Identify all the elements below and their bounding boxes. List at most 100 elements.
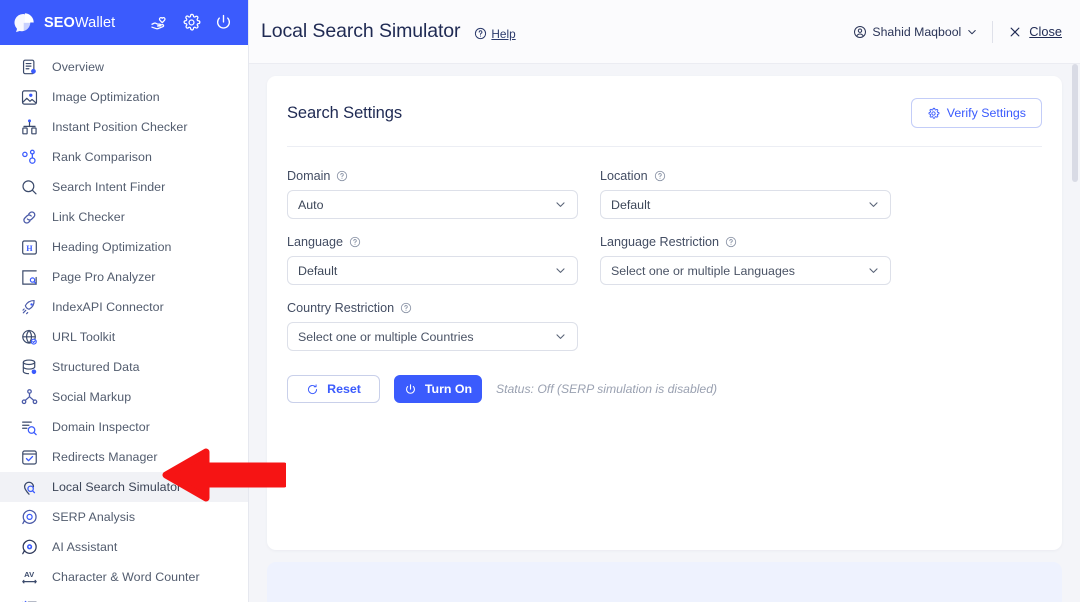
question-circle-icon[interactable] bbox=[725, 236, 737, 248]
sidebar-item-label: Local Search Simulator bbox=[52, 480, 182, 494]
page-title: Local Search Simulator bbox=[261, 20, 461, 42]
language-select[interactable]: Default bbox=[287, 256, 578, 285]
sidebar-item-rank-comparison[interactable]: Rank Comparison bbox=[0, 142, 248, 172]
question-circle-icon[interactable] bbox=[336, 170, 348, 182]
chevron-down-icon bbox=[556, 268, 565, 273]
sidebar-item-image-optimization[interactable]: Image Optimization bbox=[0, 82, 248, 112]
top-bar: Local Search Simulator Help Shahid Maqbo… bbox=[249, 0, 1080, 64]
sidebar-item-link-checker[interactable]: Link Checker bbox=[0, 202, 248, 232]
sidebar-item-local-search-simulator[interactable]: Local Search Simulator bbox=[0, 472, 248, 502]
verify-settings-button[interactable]: Verify Settings bbox=[910, 98, 1042, 128]
page-analyze-icon bbox=[22, 269, 37, 285]
field-country-restriction: Country Restriction Select one or multip… bbox=[287, 301, 578, 351]
sidebar-item-structured-data[interactable]: Structured Data bbox=[0, 352, 248, 382]
char-count-icon: AV bbox=[22, 569, 37, 583]
sidebar-item-character-word-counter[interactable]: AV Character & Word Counter bbox=[0, 562, 248, 592]
sidebar: SEOWallet Overview Image Optimization In… bbox=[0, 0, 249, 602]
image-icon bbox=[21, 89, 38, 105]
vertical-scrollbar[interactable] bbox=[1072, 64, 1078, 602]
domain-select[interactable]: Auto bbox=[287, 190, 578, 219]
serp-bubble-icon bbox=[22, 509, 37, 524]
field-label-text: Language Restriction bbox=[600, 235, 720, 249]
redirect-check-icon bbox=[22, 449, 37, 465]
reset-label: Reset bbox=[327, 382, 361, 396]
chevron-down-icon bbox=[869, 202, 878, 207]
turn-on-button[interactable]: Turn On bbox=[394, 375, 482, 403]
sidebar-item-instant-position-checker[interactable]: Instant Position Checker bbox=[0, 112, 248, 142]
question-circle-icon[interactable] bbox=[349, 236, 361, 248]
user-name: Shahid Maqbool bbox=[872, 24, 962, 39]
sidebar-item-heading-optimization[interactable]: H Heading Optimization bbox=[0, 232, 248, 262]
question-circle-icon[interactable] bbox=[654, 170, 666, 182]
heart-hand-icon[interactable] bbox=[150, 13, 169, 32]
gear-icon[interactable] bbox=[182, 13, 201, 32]
gear-icon bbox=[928, 107, 940, 119]
link-icon bbox=[23, 210, 36, 224]
chevron-down-icon bbox=[556, 202, 565, 207]
close-x-icon bbox=[1010, 27, 1020, 36]
brand-name-rest: Wallet bbox=[74, 14, 116, 31]
language-select-value: Default bbox=[298, 263, 338, 278]
sidebar-item-label: Heading Optimization bbox=[52, 240, 172, 254]
sidebar-item-indexapi-connector[interactable]: IndexAPI Connector bbox=[0, 292, 248, 322]
sidebar-item-page-pro-analyzer[interactable]: Page Pro Analyzer bbox=[0, 262, 248, 292]
card-header: Search Settings Verify Settings bbox=[287, 98, 1042, 147]
sidebar-item-search-intent-finder[interactable]: Search Intent Finder bbox=[0, 172, 248, 202]
question-circle-icon[interactable] bbox=[400, 302, 412, 314]
field-label-row: Domain bbox=[287, 169, 578, 183]
field-label-row: Location bbox=[600, 169, 891, 183]
sidebar-item-label: Search Intent Finder bbox=[52, 180, 166, 194]
field-label-text: Language bbox=[287, 235, 344, 249]
field-label-row: Language bbox=[287, 235, 578, 249]
sidebar-item-domain-inspector[interactable]: Domain Inspector bbox=[0, 412, 248, 442]
search-settings-card: Search Settings Verify Settings Domain A… bbox=[267, 76, 1062, 550]
sidebar-item-label: IndexAPI Connector bbox=[52, 300, 164, 314]
list-search-icon bbox=[22, 420, 37, 435]
sidebar-item-label: SERP Analysis bbox=[52, 510, 136, 524]
brand-name: SEOWallet bbox=[44, 15, 115, 31]
sidebar-item-serp-analysis[interactable]: SERP Analysis bbox=[0, 502, 248, 532]
help-label: Help bbox=[491, 26, 516, 41]
field-language: Language Default bbox=[287, 235, 578, 285]
field-domain: Domain Auto bbox=[287, 169, 578, 219]
sidebar-item-label: Social Markup bbox=[52, 390, 132, 404]
location-select[interactable]: Default bbox=[600, 190, 891, 219]
language-restriction-select[interactable]: Select one or multiple Languages bbox=[600, 256, 891, 285]
language-restriction-select-value: Select one or multiple Languages bbox=[611, 263, 795, 278]
country-restriction-select[interactable]: Select one or multiple Countries bbox=[287, 322, 578, 351]
turn-on-label: Turn On bbox=[424, 382, 473, 396]
sidebar-item-redirects-manager[interactable]: Redirects Manager bbox=[0, 442, 248, 472]
database-gear-icon bbox=[22, 358, 37, 374]
card-title: Search Settings bbox=[287, 103, 402, 122]
close-label: Close bbox=[1029, 24, 1062, 39]
sidebar-item-ai-assistant[interactable]: AI Assistant bbox=[0, 532, 248, 562]
location-search-icon bbox=[23, 481, 36, 495]
close-button[interactable]: Close bbox=[993, 24, 1062, 39]
domain-select-value: Auto bbox=[298, 197, 324, 212]
help-link[interactable]: Help bbox=[474, 26, 516, 41]
user-menu[interactable]: Shahid Maqbool bbox=[853, 25, 992, 39]
sidebar-item-label: URL Toolkit bbox=[52, 330, 116, 344]
sidebar-item-label: Character & Word Counter bbox=[52, 570, 200, 584]
user-circle-icon bbox=[854, 25, 867, 38]
brand-bar: SEOWallet bbox=[0, 0, 248, 45]
settings-form-grid: Domain Auto Location Default Language De… bbox=[287, 147, 1042, 367]
sidebar-item-label: Image Optimization bbox=[52, 90, 160, 104]
bottom-info-card bbox=[267, 562, 1062, 602]
power-icon bbox=[405, 383, 415, 394]
sidebar-item-label: Domain Inspector bbox=[52, 420, 150, 434]
sidebar-item-overview[interactable]: Overview bbox=[0, 52, 248, 82]
main-content: Local Search Simulator Help Shahid Maqbo… bbox=[249, 0, 1080, 602]
sidebar-item-serp-counter[interactable]: SERP Counter bbox=[0, 592, 248, 602]
brand-name-bold: SEO bbox=[44, 14, 75, 31]
sidebar-item-label: Link Checker bbox=[52, 210, 125, 224]
sidebar-item-label: Rank Comparison bbox=[52, 150, 152, 164]
sidebar-item-social-markup[interactable]: Social Markup bbox=[0, 382, 248, 412]
scrollbar-thumb[interactable] bbox=[1072, 64, 1078, 182]
brand-icon-group bbox=[150, 13, 235, 32]
sidebar-item-url-toolkit[interactable]: URL Toolkit bbox=[0, 322, 248, 352]
reset-button[interactable]: Reset bbox=[287, 375, 380, 403]
power-icon[interactable] bbox=[214, 13, 233, 32]
checklist-icon bbox=[21, 600, 37, 602]
scroll-area: Search Settings Verify Settings Domain A… bbox=[249, 64, 1080, 602]
